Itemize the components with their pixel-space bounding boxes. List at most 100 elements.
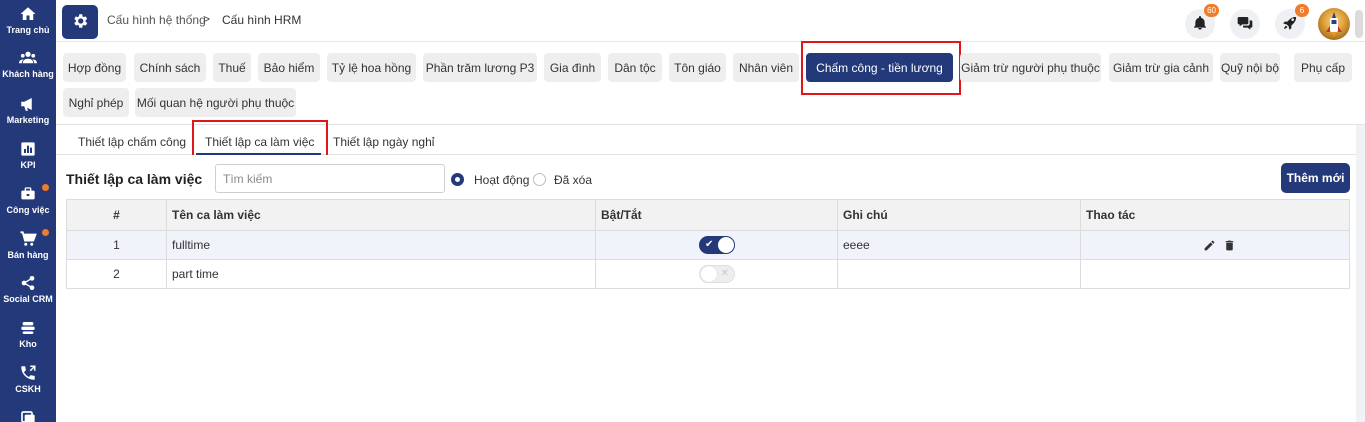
search-input[interactable] <box>215 164 445 193</box>
category-chip[interactable]: Tôn giáo <box>669 53 726 82</box>
column-header-index: # <box>66 199 167 231</box>
sidebar-item-label: Bán hàng <box>7 250 49 260</box>
breadcrumb-hrm-config: Cấu hình HRM <box>222 13 302 27</box>
category-chip[interactable]: Nghỉ phép <box>63 88 129 117</box>
sidebar-item-label: Công việc <box>6 205 50 215</box>
add-new-button[interactable]: Thêm mới <box>1281 163 1350 193</box>
category-chip[interactable]: Tỷ lệ hoa hồng <box>327 53 416 82</box>
rocket-icon <box>1282 15 1298 34</box>
toggle-knob <box>718 237 734 253</box>
window-icon <box>18 408 38 422</box>
phone-icon <box>18 363 38 383</box>
sidebar-item-customer-care[interactable]: CSKH <box>0 363 56 394</box>
row-index: 1 <box>66 230 167 260</box>
briefcase-icon <box>18 184 38 204</box>
settings-subtabs: Thiết lập chấm công Thiết lập ca làm việ… <box>56 125 1356 155</box>
shift-enabled-toggle[interactable]: ✔ <box>699 236 735 254</box>
filter-deleted-label: Đã xóa <box>554 173 593 187</box>
notifications-button[interactable]: 60 <box>1185 4 1219 39</box>
filter-deleted-radio[interactable] <box>533 173 546 186</box>
toggle-cell: ✔ <box>595 230 838 260</box>
category-chip[interactable]: Gia đình <box>544 53 601 82</box>
category-chip[interactable]: Giảm trừ gia cảnh <box>1109 53 1213 82</box>
delete-icon[interactable] <box>1222 238 1236 252</box>
table-row[interactable]: 2 part time ✕ <box>66 259 1350 289</box>
sidebar-item-social-crm[interactable]: Social CRM <box>0 273 56 304</box>
sidebar-item-label: Social CRM <box>3 294 53 304</box>
tab-attendance-settings[interactable]: Thiết lập chấm công <box>78 135 186 149</box>
row-index: 2 <box>66 259 167 289</box>
column-header-toggle: Bật/Tắt <box>595 199 838 231</box>
users-icon <box>18 48 38 68</box>
shift-name: part time <box>166 259 596 289</box>
category-chip[interactable]: Phụ cấp <box>1294 53 1352 82</box>
cart-icon <box>18 229 38 249</box>
shift-name: fulltime <box>166 230 596 260</box>
tasks-notification-dot <box>42 184 49 191</box>
category-chip[interactable]: Bảo hiểm <box>258 53 320 82</box>
sales-notification-dot <box>42 229 49 236</box>
messages-button[interactable] <box>1230 9 1260 39</box>
rocket-button[interactable]: 6 <box>1275 4 1309 39</box>
category-chip[interactable]: Hợp đồng <box>63 53 126 82</box>
user-avatar[interactable] <box>1318 8 1350 40</box>
tab-holiday-settings[interactable]: Thiết lập ngày nghỉ <box>333 135 434 149</box>
shift-table: # Tên ca làm việc Bật/Tắt Ghi chú Thao t… <box>66 199 1350 289</box>
toggle-cell: ✕ <box>595 259 838 289</box>
category-chip[interactable]: Thuế <box>213 53 251 82</box>
category-chip[interactable]: Phần trăm lương P3 <box>423 53 537 82</box>
tab-shift-settings[interactable]: Thiết lập ca làm việc <box>205 135 314 149</box>
rocket-count-badge: 6 <box>1295 4 1309 17</box>
sidebar-item-customers[interactable]: Khách hàng <box>0 48 56 79</box>
category-tabs: Hợp đồng Chính sách Thuế Bảo hiểm Tỷ lệ … <box>56 41 1365 125</box>
megaphone-icon <box>18 94 38 114</box>
shift-note <box>837 259 1081 289</box>
gear-icon <box>71 12 89 33</box>
category-chip-active[interactable]: Chấm công - tiền lương <box>806 53 953 82</box>
category-chip[interactable]: Dân tộc <box>608 53 662 82</box>
toggle-knob <box>701 266 717 282</box>
bell-icon <box>1192 15 1208 34</box>
share-icon <box>18 273 38 293</box>
top-header: Cấu hình hệ thống > Cấu hình HRM 60 6 <box>56 0 1365 42</box>
sidebar-item-label: Khách hàng <box>2 69 54 79</box>
main-content: Thiết lập ca làm việc Hoạt động Đã xóa T… <box>56 155 1356 422</box>
filter-active-radio[interactable] <box>451 173 464 186</box>
sidebar-item-label: Marketing <box>6 115 50 125</box>
sidebar-item-label: Kho <box>19 339 37 349</box>
sidebar-item-warehouse[interactable]: Kho <box>0 318 56 349</box>
sidebar-item-kpi[interactable]: KPI <box>0 139 56 170</box>
warehouse-icon <box>18 318 38 338</box>
edit-icon[interactable] <box>1202 238 1216 252</box>
column-header-actions: Thao tác <box>1080 199 1350 231</box>
table-header-row: # Tên ca làm việc Bật/Tắt Ghi chú Thao t… <box>66 199 1350 231</box>
sidebar-item-home[interactable]: Trang chủ <box>0 4 56 35</box>
sidebar-item-marketing[interactable]: Marketing <box>0 94 56 125</box>
sidebar-item-label: CSKH <box>15 384 41 394</box>
sidebar-item-more[interactable] <box>0 408 56 422</box>
settings-menu-button[interactable] <box>62 5 98 39</box>
sidebar-item-label: KPI <box>20 160 36 170</box>
actions-cell <box>1080 259 1350 289</box>
check-icon: ✔ <box>705 239 714 250</box>
table-row[interactable]: 1 fulltime ✔ eeee <box>66 230 1350 260</box>
notifications-count-badge: 60 <box>1204 4 1219 17</box>
breadcrumb-system-config[interactable]: Cấu hình hệ thống <box>107 13 206 27</box>
category-chip[interactable]: Chính sách <box>134 53 206 82</box>
chat-icon <box>1237 15 1253 34</box>
page-title: Thiết lập ca làm việc <box>66 171 203 187</box>
sidebar: Trang chủ Khách hàng Marketing KPI Công … <box>0 0 56 422</box>
shift-enabled-toggle[interactable]: ✕ <box>699 265 735 283</box>
breadcrumb-separator: > <box>203 12 211 26</box>
category-chip[interactable]: Nhân viên <box>733 53 799 82</box>
filter-active-label: Hoạt động <box>474 173 530 187</box>
category-chip[interactable]: Mối quan hệ người phụ thuộc <box>135 88 296 117</box>
category-chip[interactable]: Quỹ nội bộ <box>1220 53 1280 82</box>
column-header-shift-name: Tên ca làm việc <box>166 199 596 231</box>
shift-note: eeee <box>837 230 1081 260</box>
scrollbar-thumb[interactable] <box>1355 10 1363 38</box>
actions-cell <box>1080 230 1350 260</box>
home-icon <box>18 4 38 24</box>
category-chip[interactable]: Giảm trừ người phụ thuộc <box>960 53 1101 82</box>
chart-icon <box>18 139 38 159</box>
